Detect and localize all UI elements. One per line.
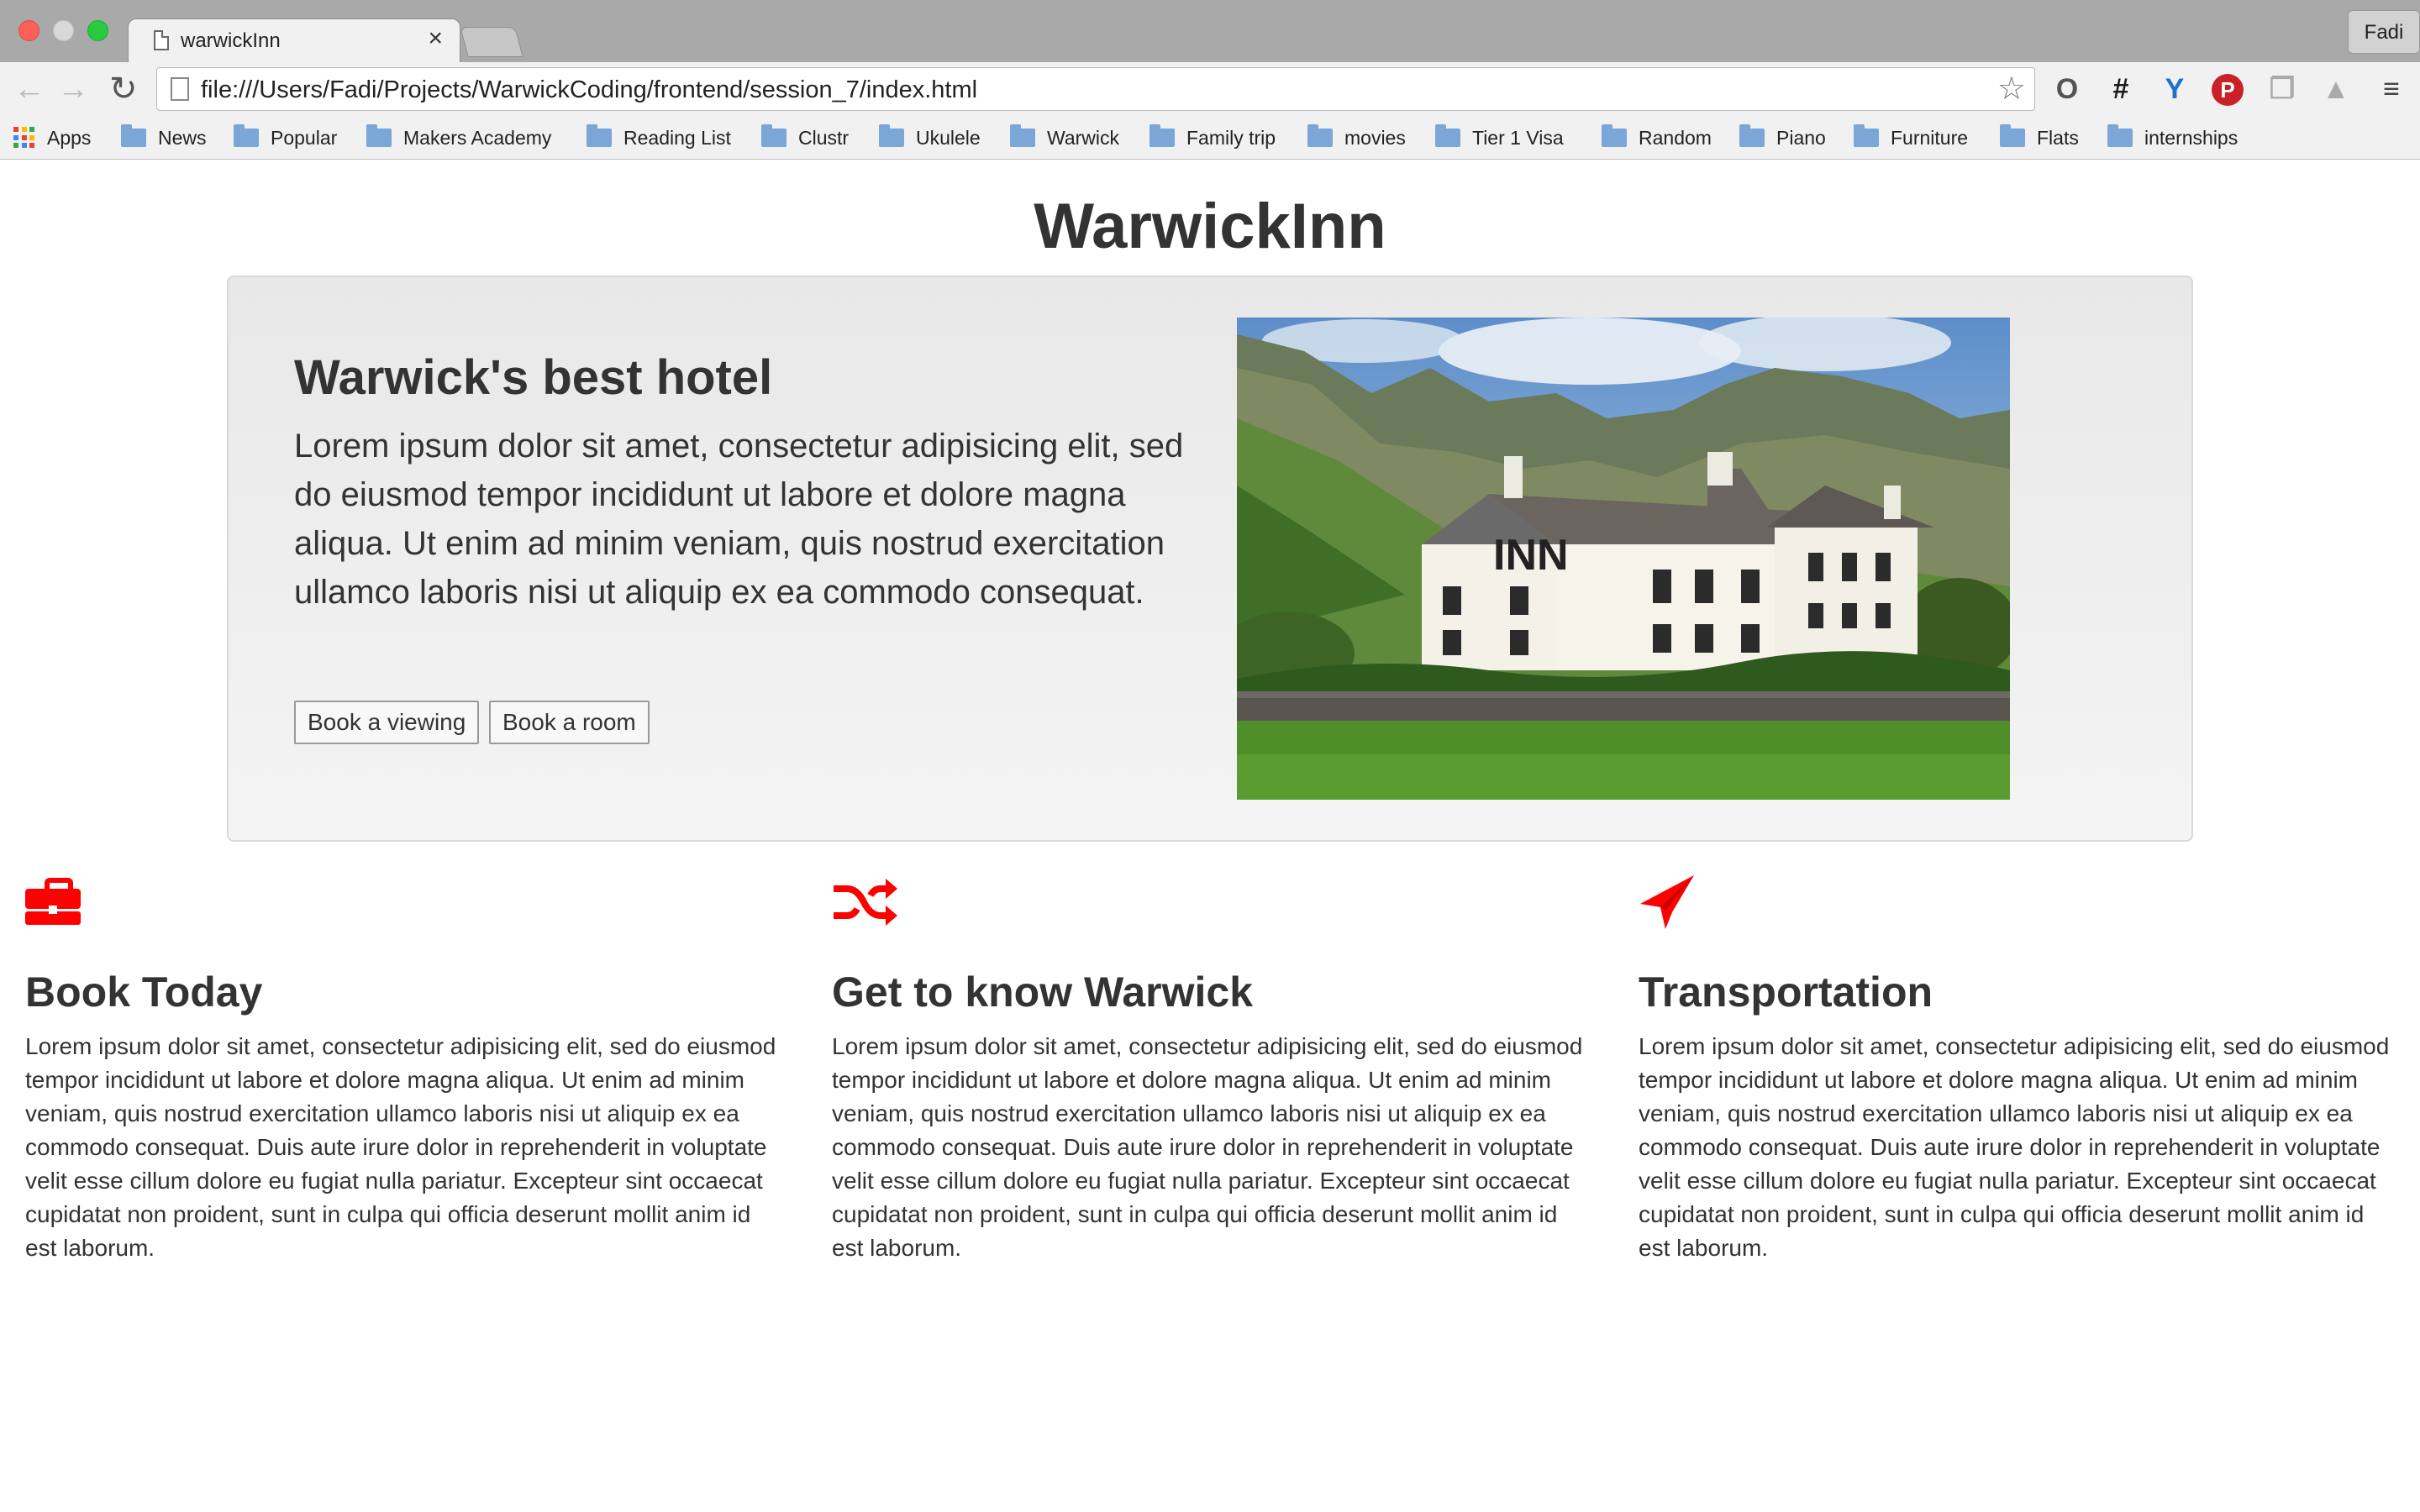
bookmark-ukulele[interactable]: Ukulele: [879, 124, 981, 151]
folder-icon: [2107, 124, 2133, 147]
site-title: WarwickInn: [1034, 191, 1386, 262]
bookmark-label: Ukulele: [916, 126, 981, 149]
book-viewing-button[interactable]: Book a viewing: [294, 701, 480, 744]
bookmark-label: Makers Academy: [403, 126, 552, 149]
bookmark-label: Reading List: [623, 126, 731, 149]
bookmark-news[interactable]: News: [121, 124, 207, 151]
bookmark-popular[interactable]: Popular: [234, 124, 337, 151]
bookmark-label: Warwick: [1047, 126, 1120, 149]
folder-icon: [366, 124, 392, 147]
extension-hashtag-icon[interactable]: #: [2104, 72, 2138, 106]
extension-vimeo-icon[interactable]: Y: [2158, 72, 2191, 106]
bookmark-piano[interactable]: Piano: [1739, 124, 1826, 151]
tab-close-icon[interactable]: ×: [428, 26, 443, 51]
bookmark-label: movies: [1344, 126, 1406, 149]
bookmark-apps[interactable]: Apps: [13, 124, 91, 151]
browser-menu-icon[interactable]: ≡: [2375, 72, 2408, 106]
folder-icon: [1854, 124, 1879, 147]
bookmark-label: Clustr: [798, 126, 850, 149]
bookmark-reading-list[interactable]: Reading List: [587, 124, 731, 151]
tab-title: warwickInn: [181, 29, 281, 52]
reload-icon[interactable]: ↻: [109, 72, 138, 106]
bookmark-makers-academy[interactable]: Makers Academy: [366, 124, 551, 151]
browser-tab[interactable]: warwickInn ×: [128, 18, 460, 62]
folder-icon: [1739, 124, 1765, 147]
page-icon: [171, 77, 189, 101]
bookmark-furniture[interactable]: Furniture: [1854, 124, 1968, 151]
hero-text: Lorem ipsum dolor sit amet, consectetur …: [294, 428, 1184, 611]
folder-icon: [1150, 124, 1175, 147]
bookmark-label: Family trip: [1186, 126, 1276, 149]
feature-title: Book Today: [25, 969, 263, 1016]
bookmark-label: Tier 1 Visa: [1472, 126, 1564, 149]
folder-icon: [587, 124, 612, 147]
hero-heading: Warwick's best hotel: [294, 350, 773, 405]
extension-copy-icon[interactable]: ❐: [2265, 72, 2299, 106]
feature-title: Get to know Warwick: [832, 969, 1254, 1016]
feature-text: Lorem ipsum dolor sit amet, consectetur …: [1639, 1033, 2390, 1261]
folder-icon: [761, 124, 786, 147]
profile-button[interactable]: Fadi: [2348, 10, 2420, 54]
bookmark-warwick[interactable]: Warwick: [1010, 124, 1119, 151]
document-icon: [154, 30, 169, 50]
briefcase-icon: [25, 878, 81, 925]
extension-drive-icon[interactable]: ▲: [2319, 72, 2353, 106]
bookmark-label: Furniture: [1891, 126, 1969, 149]
bookmark-random[interactable]: Random: [1602, 124, 1712, 151]
bookmarks-bar: Apps News Popular Makers Academy Reading…: [0, 116, 2420, 160]
bookmark-tier-1-visa[interactable]: Tier 1 Visa: [1435, 124, 1564, 151]
back-icon[interactable]: ←: [13, 72, 45, 106]
book-room-button[interactable]: Book a room: [489, 701, 650, 744]
folder-icon: [1602, 124, 1627, 147]
feature-text: Lorem ipsum dolor sit amet, consectetur …: [832, 1033, 1583, 1261]
folder-icon: [2000, 124, 2025, 147]
bookmark-label: Popular: [271, 126, 338, 149]
feature-title: Transportation: [1639, 969, 1933, 1016]
bookmark-family-trip[interactable]: Family trip: [1150, 124, 1276, 151]
inn-sign-text: INN: [1493, 531, 1569, 580]
bookmark-flats[interactable]: Flats: [2000, 124, 2079, 151]
close-window-button[interactable]: [18, 20, 39, 41]
address-url[interactable]: file:///Users/Fadi/Projects/WarwickCodin…: [201, 76, 977, 104]
bookmark-label: internships: [2144, 126, 2238, 149]
bookmark-clustr[interactable]: Clustr: [761, 124, 849, 151]
forward-icon[interactable]: →: [57, 72, 89, 106]
bookmark-label: Apps: [47, 126, 92, 149]
hotel-photo: INN: [1237, 318, 2010, 800]
folder-icon: [879, 124, 904, 147]
bookmark-label: News: [158, 126, 207, 149]
address-bar[interactable]: file:///Users/Fadi/Projects/WarwickCodin…: [156, 67, 2035, 111]
hotel-photo-illustration: INN: [1237, 318, 2010, 800]
browser-chrome: warwickInn × Fadi ← → ↻ file:///Users/Fa…: [0, 0, 2420, 160]
folder-icon: [234, 124, 259, 147]
maximize-window-button[interactable]: [87, 20, 108, 41]
new-tab-button[interactable]: [460, 27, 523, 57]
tab-strip: warwickInn × Fadi: [0, 0, 2420, 62]
folder-icon: [1307, 124, 1333, 147]
folder-icon: [1435, 124, 1460, 147]
bookmark-star-icon[interactable]: ☆: [1997, 71, 2026, 107]
minimize-window-button[interactable]: [53, 20, 74, 41]
feature-text: Lorem ipsum dolor sit amet, consectetur …: [25, 1033, 776, 1261]
bookmark-label: Flats: [2037, 126, 2079, 149]
shuffle-icon: [834, 879, 897, 926]
apps-grid-icon: [13, 127, 35, 149]
bookmark-movies[interactable]: movies: [1307, 124, 1406, 151]
extension-pinterest-icon[interactable]: P: [2212, 74, 2244, 106]
extension-opera-icon[interactable]: O: [2050, 72, 2084, 106]
bookmark-label: Piano: [1776, 126, 1826, 149]
bookmark-label: Random: [1639, 126, 1712, 149]
bookmark-internships[interactable]: internships: [2107, 124, 2238, 151]
browser-toolbar: ← → ↻ file:///Users/Fadi/Projects/Warwic…: [0, 62, 2420, 116]
hero-jumbotron: Warwick's best hotel Lorem ipsum dolor s…: [227, 276, 2193, 842]
paper-plane-icon: [1640, 875, 1694, 929]
folder-icon: [1010, 124, 1035, 147]
folder-icon: [121, 124, 146, 147]
